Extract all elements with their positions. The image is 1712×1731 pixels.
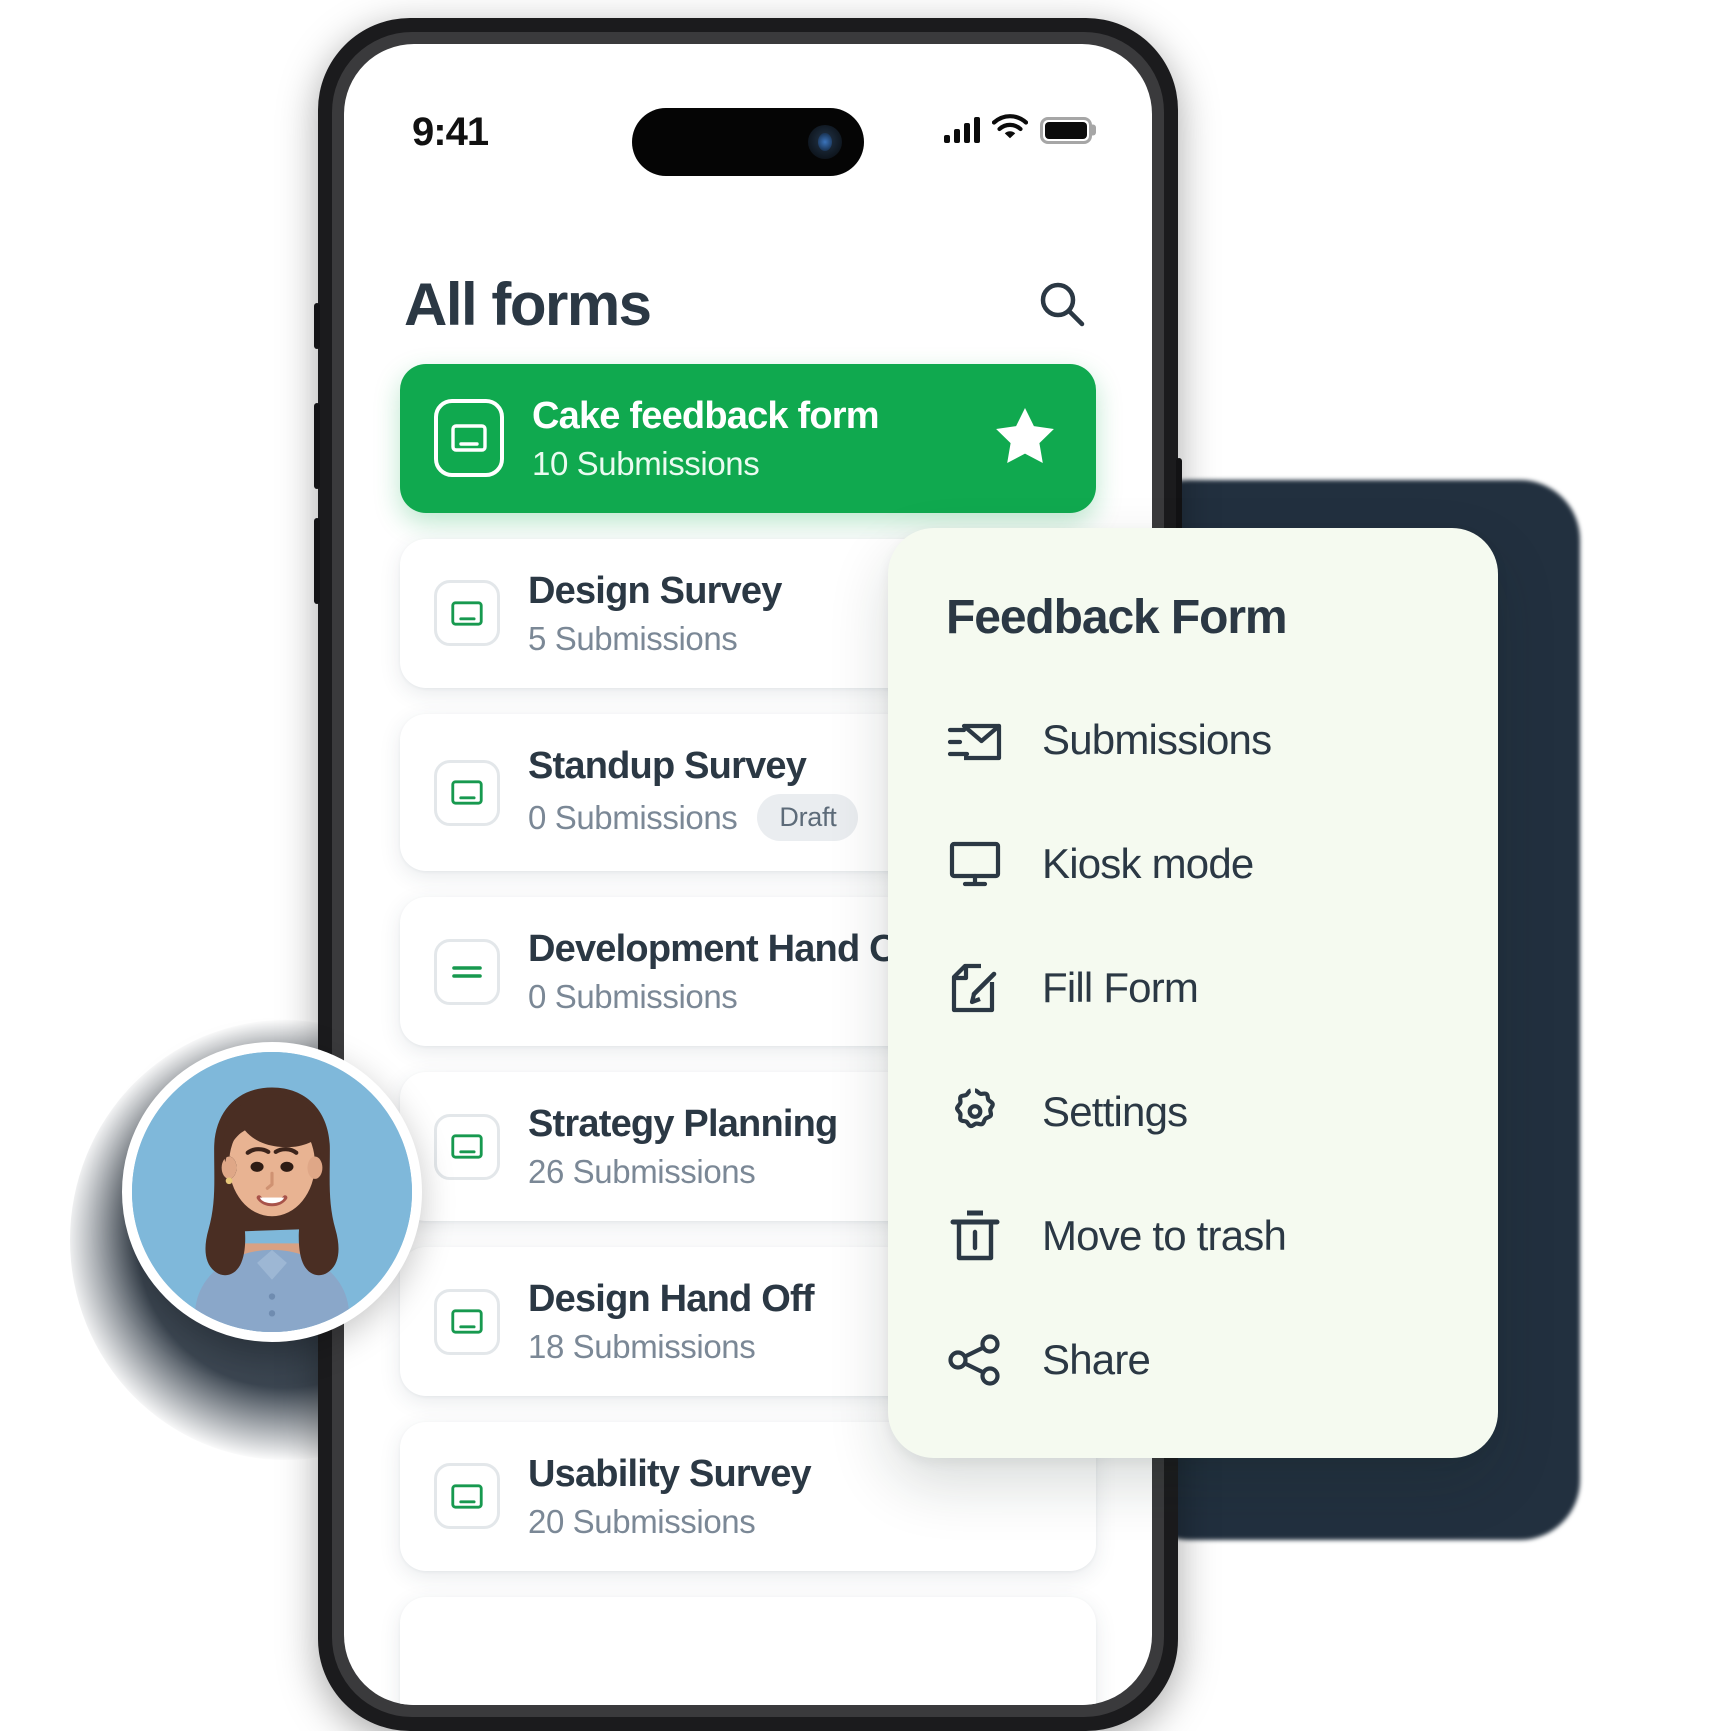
form-meta-row: 20 Submissions (528, 1503, 1062, 1541)
form-card-partial[interactable] (400, 1596, 1096, 1705)
menu-item-settings[interactable]: Settings (946, 1071, 1440, 1153)
signal-bars-icon (944, 117, 980, 143)
form-card-icon (434, 1113, 500, 1180)
front-camera-icon (808, 125, 842, 159)
menu-item-label: Settings (1042, 1088, 1188, 1135)
menu-item-label: Move to trash (1042, 1212, 1287, 1259)
status-badge: Draft (757, 794, 859, 842)
form-card-icon (434, 1288, 500, 1355)
menu-item-label: Kiosk mode (1042, 840, 1254, 887)
gear-icon (946, 1083, 1004, 1141)
form-card-icon (434, 1463, 500, 1530)
form-submissions-count: 26 Submissions (528, 1153, 756, 1191)
wifi-icon (991, 114, 1029, 146)
envelope-icon (946, 711, 1004, 769)
form-submissions-count: 0 Submissions (528, 978, 738, 1016)
app-header: All forms (344, 254, 1152, 354)
status-bar-indicators (944, 114, 1092, 146)
status-bar-clock: 9:41 (412, 110, 489, 154)
document-edit-icon (946, 959, 1004, 1017)
form-submissions-count: 18 Submissions (528, 1327, 756, 1365)
avatar[interactable] (122, 1042, 422, 1342)
form-card-text: Cake feedback form 10 Submissions (532, 394, 966, 483)
mute-switch[interactable] (314, 303, 320, 349)
form-card-icon (434, 580, 500, 647)
menu-item-share[interactable]: Share (946, 1319, 1440, 1401)
dynamic-island (632, 108, 864, 176)
menu-item-fill-form[interactable]: Fill Form (946, 947, 1440, 1029)
form-card-text: Usability Survey 20 Submissions (528, 1452, 1062, 1541)
monitor-icon (946, 835, 1004, 893)
search-icon[interactable] (1032, 274, 1092, 334)
form-submissions-count: 20 Submissions (528, 1502, 756, 1540)
battery-icon (1040, 116, 1092, 144)
form-list-icon (434, 938, 500, 1005)
avatar-illustration (132, 1052, 412, 1332)
volume-up-button[interactable] (314, 403, 320, 489)
form-meta-row: 10 Submissions (532, 445, 966, 483)
star-icon[interactable] (994, 406, 1062, 471)
status-bar: 9:41 (344, 100, 1152, 176)
menu-item-submissions[interactable]: Submissions (946, 699, 1440, 781)
form-submissions-count: 10 Submissions (532, 444, 760, 482)
form-card-cake-feedback-form[interactable]: Cake feedback form 10 Submissions (400, 364, 1096, 513)
context-menu-title: Feedback Form (946, 591, 1288, 644)
trash-icon (946, 1207, 1004, 1265)
form-title: Cake feedback form (532, 395, 880, 437)
share-icon (946, 1331, 1004, 1389)
menu-item-move-to-trash[interactable]: Move to trash (946, 1195, 1440, 1277)
menu-item-kiosk-mode[interactable]: Kiosk mode (946, 823, 1440, 905)
screenshot-stage: 9:41 All forms Cake feedback form 10 Sub… (0, 0, 1712, 1731)
menu-item-label: Fill Form (1042, 964, 1199, 1011)
form-submissions-count: 5 Submissions (528, 619, 738, 657)
menu-item-label: Share (1042, 1336, 1151, 1383)
form-card-icon (434, 399, 504, 478)
form-card-icon (434, 759, 500, 826)
volume-down-button[interactable] (314, 518, 320, 604)
form-submissions-count: 0 Submissions (528, 798, 738, 836)
form-context-menu: Feedback Form Submissions Kiosk mode Fil… (888, 528, 1498, 1458)
menu-item-label: Submissions (1042, 716, 1272, 763)
page-title: All forms (404, 270, 652, 338)
form-title: Usability Survey (528, 1452, 812, 1495)
